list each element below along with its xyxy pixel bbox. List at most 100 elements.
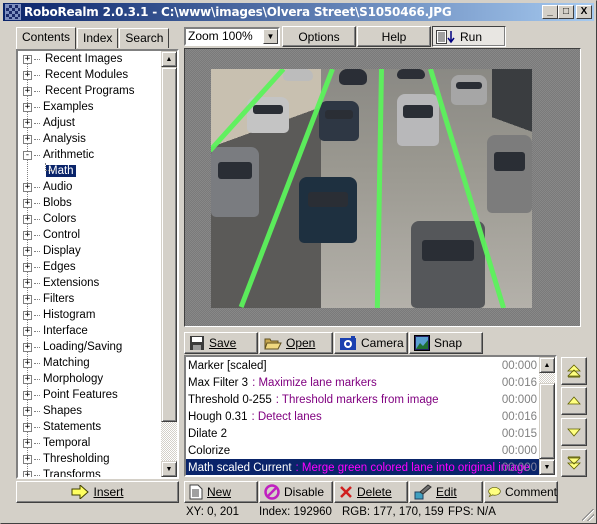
save-label: Save xyxy=(209,336,237,350)
insert-button[interactable]: Insert xyxy=(16,481,179,503)
expand-icon[interactable]: + xyxy=(23,454,32,464)
tree-item[interactable]: + Transforms xyxy=(18,467,161,477)
tree-item[interactable]: - Arithmetic xyxy=(18,147,161,163)
snap-button[interactable]: Snap xyxy=(409,332,483,354)
pipeline-row[interactable]: Threshold 0-255: Threshold markers from … xyxy=(186,391,539,408)
pipeline-row[interactable]: Math scaled Current: Merge green colored… xyxy=(186,459,539,475)
tree-item[interactable]: + Extensions xyxy=(18,275,161,291)
expand-icon[interactable]: + xyxy=(23,358,32,368)
pipeline-row[interactable]: Colorize 00:000 xyxy=(186,442,539,459)
module-tree[interactable]: + Recent Images + Recent Modules + Recent Pro… xyxy=(16,49,179,479)
pipeline-row[interactable]: Dilate 2 00:015 xyxy=(186,425,539,442)
tree-item[interactable]: + Analysis xyxy=(18,131,161,147)
tree-item[interactable]: + Histogram xyxy=(18,307,161,323)
close-button[interactable]: X xyxy=(576,5,592,19)
expand-icon[interactable]: + xyxy=(23,102,32,112)
move-to-bottom-button[interactable] xyxy=(561,449,587,477)
tree-item[interactable]: + Display xyxy=(18,243,161,259)
tree-item[interactable]: + Control xyxy=(18,227,161,243)
pipeline-row[interactable]: Max Filter 3: Maximize lane markers 00:01… xyxy=(186,374,539,391)
tree-item[interactable]: + Recent Images xyxy=(18,51,161,67)
options-button[interactable]: Options xyxy=(282,26,356,47)
pipeline-scrollbar[interactable]: ▲ ▼ xyxy=(539,357,555,475)
expand-icon[interactable]: + xyxy=(23,246,32,256)
pipeline-scroll-thumb[interactable] xyxy=(539,383,555,459)
tree-item[interactable]: Math xyxy=(18,163,161,179)
expand-icon[interactable]: + xyxy=(23,374,32,384)
delete-button[interactable]: Delete xyxy=(334,481,408,503)
tab-search[interactable]: Search xyxy=(119,28,170,48)
expand-icon[interactable]: + xyxy=(23,422,32,432)
edit-button[interactable]: Edit xyxy=(409,481,483,503)
expand-icon[interactable]: + xyxy=(23,118,32,128)
tree-item[interactable]: + Audio xyxy=(18,179,161,195)
expand-icon[interactable]: + xyxy=(23,214,32,224)
expand-icon[interactable]: + xyxy=(23,342,32,352)
move-to-top-button[interactable] xyxy=(561,357,587,385)
new-button[interactable]: New xyxy=(184,481,258,503)
tree-item[interactable]: + Interface xyxy=(18,323,161,339)
tree-scroll-down-button[interactable]: ▼ xyxy=(161,461,177,477)
tree-item[interactable]: + Filters xyxy=(18,291,161,307)
tree-item[interactable]: + Temporal xyxy=(18,435,161,451)
maximize-button[interactable]: □ xyxy=(558,5,574,19)
move-down-button[interactable] xyxy=(561,418,587,446)
expand-icon[interactable]: + xyxy=(23,294,32,304)
tree-item[interactable]: + Adjust xyxy=(18,115,161,131)
title-bar[interactable]: RoboRealm 2.0.3.1 - C:\www\images\Olvera… xyxy=(3,3,594,21)
move-up-button[interactable] xyxy=(561,387,587,415)
expand-icon[interactable]: + xyxy=(23,278,32,288)
expand-icon[interactable]: + xyxy=(23,262,32,272)
expand-icon[interactable]: + xyxy=(23,134,32,144)
pipeline-list[interactable]: Marker [scaled] 00:000 Max Filter 3: Maxim… xyxy=(184,355,557,477)
tree-item[interactable]: + Matching xyxy=(18,355,161,371)
expand-icon[interactable]: + xyxy=(23,86,32,96)
expand-icon[interactable]: + xyxy=(23,310,32,320)
expand-icon[interactable]: + xyxy=(23,326,32,336)
tree-item[interactable]: + Edges xyxy=(18,259,161,275)
expand-icon[interactable]: + xyxy=(23,438,32,448)
expand-icon[interactable]: + xyxy=(23,406,32,416)
zoom-dropdown-button[interactable]: ▼ xyxy=(263,29,278,44)
tree-item[interactable]: + Shapes xyxy=(18,403,161,419)
resize-grip[interactable] xyxy=(582,509,594,521)
camera-button[interactable]: Camera xyxy=(334,332,408,354)
disable-button[interactable]: Disable xyxy=(259,481,333,503)
tree-scrollbar[interactable]: ▲ ▼ xyxy=(161,51,177,477)
tree-item[interactable]: + Point Features xyxy=(18,387,161,403)
minimize-button[interactable]: _ xyxy=(542,5,558,19)
pipeline-scroll-down-button[interactable]: ▼ xyxy=(539,459,555,475)
tab-contents[interactable]: Contents xyxy=(16,27,77,49)
comment-button[interactable]: Comment xyxy=(484,481,558,503)
pipeline-scroll-up-button[interactable]: ▲ xyxy=(539,357,555,373)
tree-item[interactable]: + Colors xyxy=(18,211,161,227)
pipeline-row[interactable]: Hough 0.31: Detect lanes 00:016 xyxy=(186,408,539,425)
tree-scroll-up-button[interactable]: ▲ xyxy=(161,51,177,67)
run-button[interactable]: Run xyxy=(432,26,506,47)
tree-item[interactable]: + Loading/Saving xyxy=(18,339,161,355)
open-button[interactable]: Open xyxy=(259,332,333,354)
expand-icon[interactable]: + xyxy=(23,390,32,400)
image-viewer[interactable] xyxy=(184,48,581,327)
collapse-icon[interactable]: - xyxy=(23,150,32,160)
expand-icon[interactable]: + xyxy=(23,470,32,477)
expand-icon[interactable]: + xyxy=(23,182,32,192)
tree-item[interactable]: + Morphology xyxy=(18,371,161,387)
zoom-select[interactable]: Zoom 100% ▼ xyxy=(184,27,280,46)
tab-index[interactable]: Index xyxy=(77,28,119,48)
expand-icon[interactable]: + xyxy=(23,70,32,80)
tree-item[interactable]: + Blobs xyxy=(18,195,161,211)
tree-item[interactable]: + Recent Programs xyxy=(18,83,161,99)
tree-item[interactable]: + Examples xyxy=(18,99,161,115)
tree-scroll-thumb[interactable] xyxy=(161,67,177,422)
tree-item[interactable]: + Statements xyxy=(18,419,161,435)
pipeline-row[interactable]: Marker [scaled] 00:000 xyxy=(186,357,539,374)
help-button[interactable]: Help xyxy=(357,26,431,47)
expand-icon[interactable]: + xyxy=(23,54,32,64)
expand-icon[interactable]: + xyxy=(23,198,32,208)
tree-item[interactable]: + Recent Modules xyxy=(18,67,161,83)
save-button[interactable]: Save xyxy=(184,332,258,354)
processed-image[interactable] xyxy=(211,69,532,308)
tree-item[interactable]: + Thresholding xyxy=(18,451,161,467)
expand-icon[interactable]: + xyxy=(23,230,32,240)
